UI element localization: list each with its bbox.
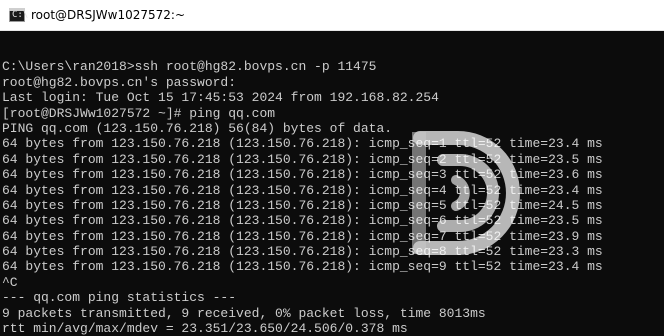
terminal-line: rtt min/avg/max/mdev = 23.351/23.650/24.… <box>2 321 408 336</box>
terminal-line: C:\Users\ran2018>ssh root@hg82.bovps.cn … <box>2 59 377 75</box>
terminal-window: C:\ root@DRSJWw1027572:~ C:\Users\ran201… <box>0 0 664 336</box>
terminal-output[interactable]: C:\Users\ran2018>ssh root@hg82.bovps.cn … <box>2 44 662 336</box>
terminal-line: 64 bytes from 123.150.76.218 (123.150.76… <box>2 244 603 260</box>
terminal-line: 64 bytes from 123.150.76.218 (123.150.76… <box>2 228 603 244</box>
terminal-line: 64 bytes from 123.150.76.218 (123.150.76… <box>2 151 603 167</box>
terminal-line: 64 bytes from 123.150.76.218 (123.150.76… <box>2 136 603 152</box>
terminal-line: Last login: Tue Oct 15 17:45:53 2024 fro… <box>2 90 439 106</box>
window-title: root@DRSJWw1027572:~ <box>31 8 186 22</box>
title-bar[interactable]: C:\ root@DRSJWw1027572:~ <box>0 0 664 31</box>
terminal-line: --- qq.com ping statistics --- <box>2 290 237 306</box>
terminal-line: 64 bytes from 123.150.76.218 (123.150.76… <box>2 259 603 275</box>
terminal-line: 64 bytes from 123.150.76.218 (123.150.76… <box>2 167 603 183</box>
terminal-line: 9 packets transmitted, 9 received, 0% pa… <box>2 305 486 321</box>
terminal-line: 64 bytes from 123.150.76.218 (123.150.76… <box>2 182 603 198</box>
terminal-line: 64 bytes from 123.150.76.218 (123.150.76… <box>2 213 603 229</box>
terminal-line: ^C <box>2 274 18 290</box>
terminal-line: PING qq.com (123.150.76.218) 56(84) byte… <box>2 120 393 136</box>
terminal-icon[interactable]: C:\ <box>9 8 29 22</box>
terminal-line: 64 bytes from 123.150.76.218 (123.150.76… <box>2 197 603 213</box>
terminal-icon-glyph: C:\ <box>12 10 29 20</box>
terminal-line: root@hg82.bovps.cn's password: <box>2 74 237 90</box>
terminal-line: [root@DRSJWw1027572 ~]# ping qq.com <box>2 105 276 121</box>
